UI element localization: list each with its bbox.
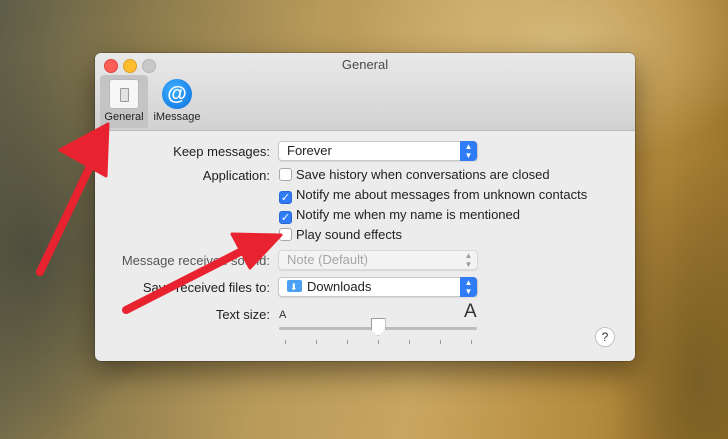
checkbox-unchecked-icon bbox=[279, 228, 292, 241]
slider-tick bbox=[378, 340, 379, 344]
chevron-updown-icon: ▲ ▼ bbox=[464, 251, 473, 269]
checkbox-save-history[interactable]: Save history when conversations are clos… bbox=[279, 167, 550, 183]
at-sign-icon: @ bbox=[162, 79, 192, 109]
checkbox-unchecked-icon bbox=[279, 168, 292, 181]
tab-general-label: General bbox=[104, 111, 144, 123]
downloads-folder-icon bbox=[287, 278, 302, 296]
window-title: General bbox=[341, 57, 389, 72]
text-size-label: Text size: bbox=[215, 307, 270, 322]
checkbox-notify-unknown[interactable]: ✓ Notify me about messages from unknown c… bbox=[279, 187, 588, 204]
checkbox-save-history-label: Save history when conversations are clos… bbox=[296, 167, 550, 182]
application-label: Application: bbox=[202, 168, 270, 183]
checkbox-play-sound[interactable]: Play sound effects bbox=[279, 227, 402, 243]
checkmark-icon: ✓ bbox=[279, 191, 292, 204]
save-files-popup[interactable]: Downloads ▲▼ bbox=[278, 277, 478, 297]
message-sound-popup[interactable]: Note (Default) ▲ ▼ bbox=[278, 250, 478, 270]
message-sound-label: Message received sound: bbox=[121, 253, 270, 268]
slider-tick bbox=[440, 340, 441, 344]
keep-messages-label: Keep messages: bbox=[173, 144, 270, 159]
slider-tick bbox=[285, 340, 286, 344]
keep-messages-value: Forever bbox=[287, 143, 332, 158]
general-switch-icon bbox=[109, 79, 139, 109]
tab-imessage[interactable]: @ iMessage bbox=[149, 75, 205, 128]
checkmark-icon: ✓ bbox=[279, 211, 292, 224]
checkbox-play-sound-label: Play sound effects bbox=[296, 227, 402, 242]
slider-tick bbox=[409, 340, 410, 344]
tab-imessage-label: iMessage bbox=[153, 111, 201, 123]
slider-tick bbox=[471, 340, 472, 344]
slider-tick bbox=[316, 340, 317, 344]
slider-tick bbox=[347, 340, 348, 344]
save-files-label: Save received files to: bbox=[142, 280, 270, 295]
message-sound-value: Note (Default) bbox=[287, 252, 368, 267]
text-size-small-marker: A bbox=[279, 309, 287, 321]
checkbox-notify-unknown-label: Notify me about messages from unknown co… bbox=[296, 187, 588, 202]
checkbox-notify-mentioned[interactable]: ✓ Notify me when my name is mentioned bbox=[279, 207, 520, 224]
text-size-large-marker: A bbox=[464, 301, 477, 322]
window-toolbar: General General @ iMessage bbox=[95, 53, 635, 131]
tab-general[interactable]: General bbox=[100, 75, 148, 128]
checkbox-notify-mentioned-label: Notify me when my name is mentioned bbox=[296, 207, 520, 222]
save-files-value: Downloads bbox=[307, 279, 372, 294]
chevron-updown-icon: ▲ ▼ bbox=[460, 141, 477, 161]
help-button[interactable]: ? bbox=[595, 327, 615, 347]
annotation-arrow-general bbox=[36, 156, 97, 276]
keep-messages-popup[interactable]: Forever ▲ ▼ bbox=[278, 141, 478, 161]
chevron-updown-icon: ▲ ▼ bbox=[460, 277, 477, 297]
